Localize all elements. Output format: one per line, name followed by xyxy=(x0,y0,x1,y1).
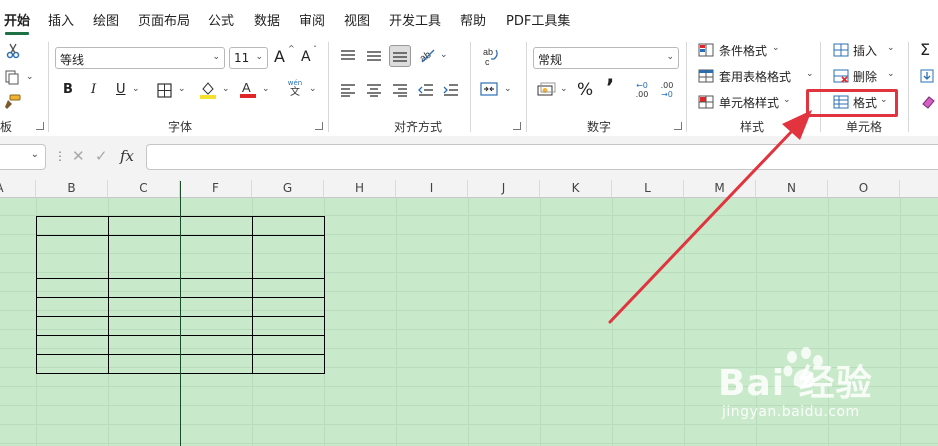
watermark-url: jingyan.baidu.com xyxy=(722,404,860,420)
watermark-logo: Bai 经验 xyxy=(718,363,873,404)
